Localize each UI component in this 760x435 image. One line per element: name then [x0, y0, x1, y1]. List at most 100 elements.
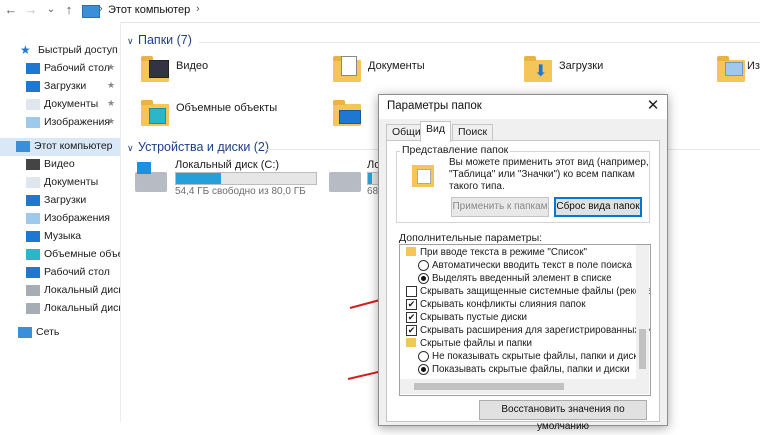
drive-item-c[interactable]: Локальный диск (C:) 54,4 ГБ свободно из …: [135, 158, 325, 198]
folder-label: Объемные объекты: [176, 102, 278, 114]
view-tab-panel: Представление папок Вы можете применить …: [386, 140, 660, 432]
setting-label: Скрывать расширения для зарегистрированн…: [420, 325, 651, 336]
address-bar: ← → ⌄ ↑ › Этот компьютер ›: [0, 0, 760, 23]
scrollbar-thumb[interactable]: [414, 383, 564, 390]
setting-row[interactable]: Выделять введенный элемент в списке: [400, 272, 640, 285]
setting-row[interactable]: ✔ Скрывать расширения для зарегистрирован…: [400, 324, 650, 337]
chevron-down-icon[interactable]: ∨: [127, 36, 134, 47]
checkbox-checked[interactable]: ✔: [406, 312, 417, 323]
radio-selected[interactable]: [418, 364, 429, 375]
sidebar-item-label: Загрузки: [44, 80, 87, 92]
setting-label: При вводе текста в режиме "Список": [420, 247, 587, 258]
setting-label: Скрывать конфликты слияния папок: [420, 299, 586, 310]
forward-arrow-icon[interactable]: →: [24, 3, 38, 17]
breadcrumb-this-pc[interactable]: Этот компьютер: [108, 4, 190, 16]
checkbox-unchecked[interactable]: [406, 286, 417, 297]
folder-views-description-line3: такого типа.: [449, 181, 505, 192]
sidebar-item-label: Документы: [44, 176, 99, 188]
chevron-down-icon[interactable]: ∨: [127, 143, 134, 154]
apply-to-folders-button[interactable]: Применить к папкам: [451, 197, 549, 217]
tab-search[interactable]: Поиск: [452, 124, 494, 141]
close-icon[interactable]: ✕: [643, 97, 663, 115]
sidebar-item[interactable]: Локальный диск (D: [0, 300, 120, 318]
scrollbar-thumb[interactable]: [639, 329, 646, 369]
radio-unselected[interactable]: [418, 351, 429, 362]
horizontal-scrollbar[interactable]: [400, 379, 649, 394]
pin-icon[interactable]: ★: [107, 98, 115, 109]
pictures-icon: [26, 213, 40, 224]
sidebar-item[interactable]: Этот компьютер: [0, 138, 120, 156]
drive-free-space: 54,4 ГБ свободно из 80,0 ГБ: [175, 186, 306, 197]
drive-icon: [135, 172, 167, 192]
up-arrow-icon[interactable]: ↑: [62, 3, 76, 17]
setting-label: Показывать скрытые файлы, папки и диски: [432, 364, 630, 375]
desktop-icon: [26, 63, 40, 74]
settings-rows: При вводе текста в режиме "Список" Автома…: [400, 245, 650, 379]
sidebar-item[interactable]: Изображения: [0, 210, 120, 228]
sidebar-item-label: Объемные объекты: [44, 248, 120, 260]
radio-selected[interactable]: [418, 273, 429, 284]
star-icon: ★: [20, 43, 31, 57]
sidebar-item-label: Рабочий стол: [44, 62, 110, 74]
sidebar-item[interactable]: Объемные объекты: [0, 246, 120, 264]
dialog-titlebar[interactable]: Параметры папок ✕: [379, 95, 667, 119]
tab-view[interactable]: Вид: [420, 121, 451, 142]
setting-row[interactable]: При вводе текста в режиме "Список": [400, 246, 640, 259]
sidebar-item-label: Быстрый доступ: [38, 44, 118, 56]
sidebar-item[interactable]: Локальный диск (C: [0, 282, 120, 300]
setting-row[interactable]: ✔ Скрывать пустые диски: [400, 311, 640, 324]
sidebar-item[interactable]: Загрузки ★: [0, 78, 120, 96]
back-arrow-icon[interactable]: ←: [4, 3, 18, 17]
restore-defaults-button[interactable]: Восстановить значения по умолчанию: [479, 400, 647, 432]
folder-view-icon: [412, 165, 434, 187]
radio-unselected[interactable]: [418, 260, 429, 271]
document-icon: [26, 99, 40, 110]
sidebar-item[interactable]: Сеть: [0, 324, 120, 342]
sidebar-item[interactable]: Документы ★: [0, 96, 120, 114]
windows-logo-icon: [137, 162, 151, 174]
sidebar-item-label: Этот компьютер: [34, 140, 113, 152]
folder-views-title: Представление папок: [400, 144, 511, 156]
sidebar-item-label: Локальный диск (D: [44, 302, 120, 314]
music-icon: [26, 231, 40, 242]
drives-section-title[interactable]: Устройства и диски (2): [138, 140, 269, 154]
setting-row[interactable]: Не показывать скрытые файлы, папки и дис…: [400, 350, 643, 363]
pin-icon[interactable]: ★: [107, 116, 115, 127]
breadcrumb-separator[interactable]: ›: [196, 3, 200, 15]
setting-row[interactable]: Показывать скрытые файлы, папки и диски: [400, 363, 640, 376]
pin-icon[interactable]: ★: [107, 80, 115, 91]
sidebar-item[interactable]: Загрузки: [0, 192, 120, 210]
sidebar-item-label: Сеть: [36, 326, 60, 338]
setting-row[interactable]: Автоматически вводить текст в поле поиск…: [400, 259, 640, 272]
setting-label: Скрытые файлы и папки: [420, 338, 533, 349]
sidebar-item[interactable]: Рабочий стол: [0, 264, 120, 282]
drive-label: Локальный диск (C:): [175, 159, 280, 171]
download-icon: [26, 81, 40, 92]
breadcrumb-separator: ›: [99, 3, 103, 15]
setting-row[interactable]: ✔ Скрывать конфликты слияния папок: [400, 298, 640, 311]
folders-section-title[interactable]: Папки (7): [138, 33, 192, 47]
pin-icon[interactable]: ★: [107, 62, 115, 73]
sidebar-item-label: Загрузки: [44, 194, 87, 206]
document-page-icon: [341, 56, 357, 76]
sidebar-item[interactable]: Рабочий стол ★: [0, 60, 120, 78]
setting-row[interactable]: Скрывать защищенные системные файлы (рек…: [400, 285, 650, 298]
pictures-icon: [26, 117, 40, 128]
sidebar-item[interactable]: Документы: [0, 174, 120, 192]
checkbox-checked[interactable]: ✔: [406, 325, 417, 336]
sidebar-item[interactable]: Видео: [0, 156, 120, 174]
vertical-scrollbar[interactable]: [636, 245, 649, 379]
folder-views-description-line1: Вы можете применить этот вид (например,: [449, 157, 649, 168]
advanced-settings-list[interactable]: При вводе текста в режиме "Список" Автома…: [399, 244, 651, 396]
setting-row[interactable]: Скрытые файлы и папки: [400, 337, 640, 350]
sidebar-item[interactable]: Изображения ★: [0, 114, 120, 132]
recent-locations-icon[interactable]: ⌄: [44, 3, 58, 17]
folder-label: Видео: [176, 60, 209, 72]
3d-cube-icon: [149, 108, 166, 124]
sidebar-item-label: Видео: [44, 158, 75, 170]
sidebar-item[interactable]: ★ Быстрый доступ: [0, 42, 120, 60]
reset-folders-button[interactable]: Сброс вида папок: [554, 197, 642, 217]
sidebar-item[interactable]: Музыка: [0, 228, 120, 246]
checkbox-checked[interactable]: ✔: [406, 299, 417, 310]
advanced-settings-label: Дополнительные параметры:: [399, 232, 543, 244]
